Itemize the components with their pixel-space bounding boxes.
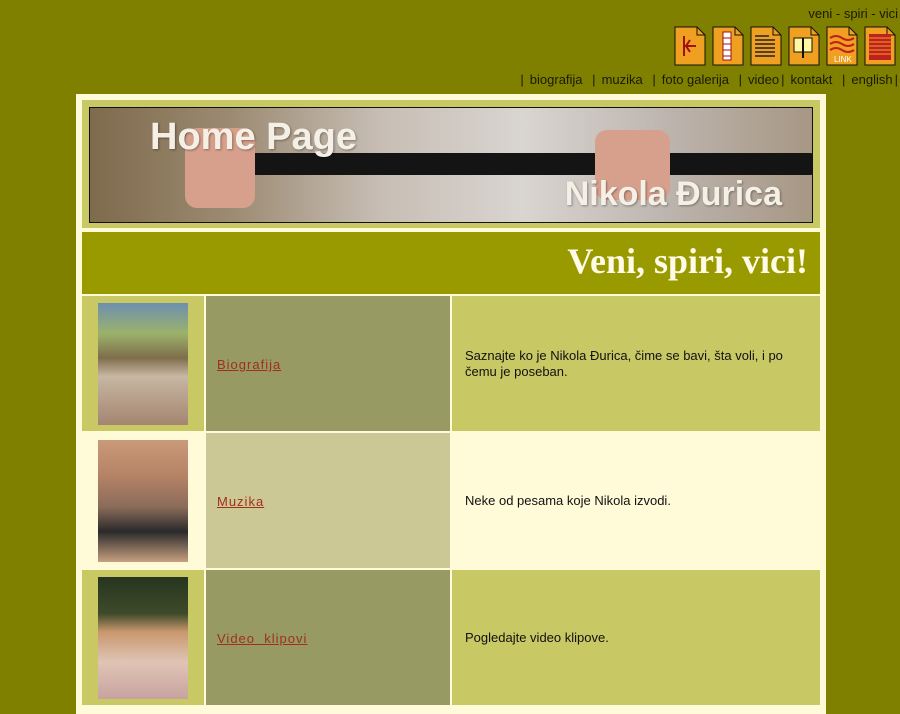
- label-cell: Muzika: [206, 433, 450, 568]
- photo-cell: [82, 296, 204, 431]
- link-icon-text: LINK: [834, 55, 852, 64]
- document-map-icon[interactable]: [674, 26, 706, 66]
- desc-biografija: Saznajte ko je Nikola Đurica, čime se ba…: [465, 348, 783, 379]
- link-video-klipovi[interactable]: Video klipovi: [217, 631, 307, 646]
- photo-video[interactable]: [98, 577, 188, 699]
- document-text-icon[interactable]: [750, 26, 782, 66]
- section-row-video: Video klipovi Pogledajte video klipove.: [82, 570, 820, 705]
- photo-biografija[interactable]: [98, 303, 188, 425]
- document-lines-icon[interactable]: [864, 26, 896, 66]
- page-headline: Veni, spiri, vici!: [567, 241, 808, 281]
- nav-muzika[interactable]: muzika: [602, 72, 643, 87]
- document-link-icon[interactable]: LINK: [826, 26, 858, 66]
- link-biografija[interactable]: Biografija: [217, 357, 281, 372]
- desc-cell: Saznajte ko je Nikola Đurica, čime se ba…: [452, 296, 820, 431]
- nav-biografija[interactable]: biografija: [530, 72, 583, 87]
- photo-cell: [82, 433, 204, 568]
- main-content: Home Page Nikola Đurica Veni, spiri, vic…: [76, 94, 826, 714]
- label-cell: Biografija: [206, 296, 450, 431]
- desc-video: Pogledajte video klipove.: [465, 630, 609, 645]
- desc-cell: Pogledajte video klipove.: [452, 570, 820, 705]
- desc-cell: Neke od pesama koje Nikola izvodi.: [452, 433, 820, 568]
- desc-muzika: Neke od pesama koje Nikola izvodi.: [465, 493, 671, 508]
- link-muzika[interactable]: Muzika: [217, 494, 264, 509]
- photo-muzika[interactable]: [98, 440, 188, 562]
- photo-cell: [82, 570, 204, 705]
- icon-toolbar: LINK: [674, 26, 896, 66]
- document-book-icon[interactable]: [788, 26, 820, 66]
- nav-english[interactable]: english: [851, 72, 892, 87]
- section-row-muzika: Muzika Neke od pesama koje Nikola izvodi…: [82, 433, 820, 568]
- nav-kontakt[interactable]: kontakt: [790, 72, 832, 87]
- nav-video[interactable]: video: [748, 72, 779, 87]
- nav-foto-galerija[interactable]: foto galerija: [662, 72, 729, 87]
- site-tagline: veni - spiri - vici: [808, 6, 898, 21]
- banner-frame: Home Page Nikola Đurica: [82, 100, 820, 228]
- banner-image: Home Page Nikola Đurica: [89, 107, 813, 223]
- label-cell: Video klipovi: [206, 570, 450, 705]
- banner-title: Home Page: [150, 116, 357, 158]
- section-row-biografija: Biografija Saznajte ko je Nikola Đurica,…: [82, 296, 820, 431]
- document-columns-icon[interactable]: [712, 26, 744, 66]
- headline-bar: Veni, spiri, vici!: [82, 232, 820, 294]
- banner-name: Nikola Đurica: [564, 175, 782, 213]
- top-navigation: | biografija | muzika | foto galerija | vide…: [520, 72, 898, 87]
